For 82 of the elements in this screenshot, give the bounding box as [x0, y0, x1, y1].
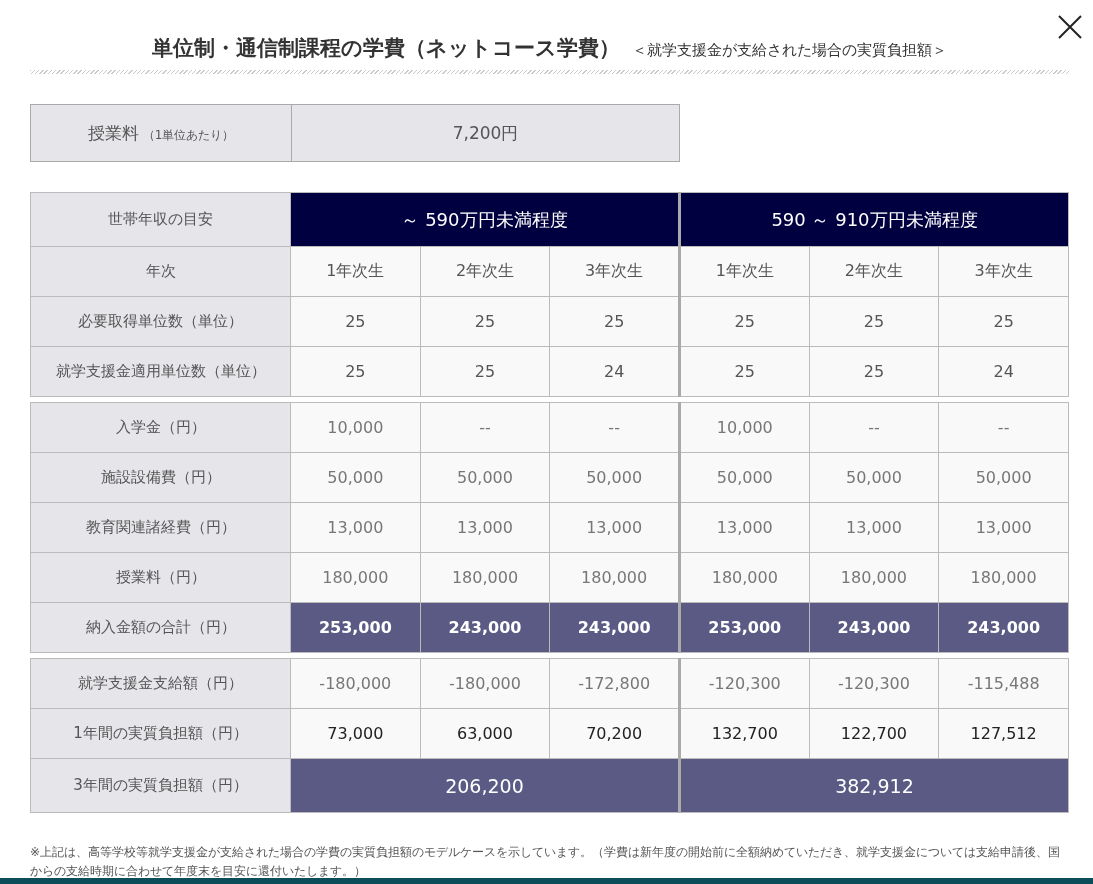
table-cell: 50,000: [420, 452, 550, 503]
table-cell: 382,912: [679, 758, 1069, 813]
close-icon[interactable]: [1058, 15, 1082, 39]
table-cell: 127,512: [938, 708, 1069, 759]
row-header: 授業料（円）: [30, 552, 291, 603]
table-cell: -172,800: [549, 658, 680, 709]
table-cell: --: [938, 402, 1069, 453]
dialog-subtitle: ＜就学支援金が支給された場合の実質負担額＞: [632, 41, 947, 60]
table-cell: --: [809, 402, 939, 453]
table-cell: 25: [809, 296, 939, 347]
table-cell: --: [549, 402, 680, 453]
row-header: 1年間の実質負担額（円）: [30, 708, 291, 759]
table-cell: 25: [290, 346, 421, 397]
table-cell: 3年次生: [549, 246, 680, 297]
table-cell: 25: [679, 346, 810, 397]
table-cell: 243,000: [420, 602, 550, 653]
table-cell: 50,000: [679, 452, 810, 503]
row-header: 就学支援金適用単位数（単位）: [30, 346, 291, 397]
table-cell: 180,000: [938, 552, 1069, 603]
table-cell: 2年次生: [809, 246, 939, 297]
table-cell: 50,000: [809, 452, 939, 503]
table-cell: 50,000: [549, 452, 680, 503]
column-header: ～ 590万円未満程度: [290, 192, 680, 247]
table-cell: 50,000: [938, 452, 1069, 503]
row-header: 納入金額の合計（円）: [30, 602, 291, 653]
table-cell: 253,000: [290, 602, 421, 653]
table-cell: 1年次生: [290, 246, 421, 297]
dialog-title: 単位制・通信制課程の学費（ネットコース学費）: [152, 35, 620, 62]
table-cell: 253,000: [679, 602, 810, 653]
table-cell: 1年次生: [679, 246, 810, 297]
row-header: 世帯年収の目安: [30, 192, 291, 247]
table-cell: 2年次生: [420, 246, 550, 297]
table-cell: -180,000: [290, 658, 421, 709]
table-cell: 180,000: [679, 552, 810, 603]
row-header: 年次: [30, 246, 291, 297]
table-cell: 132,700: [679, 708, 810, 759]
table-cell: 180,000: [420, 552, 550, 603]
row-header: 施設設備費（円）: [30, 452, 291, 503]
table-cell: -180,000: [420, 658, 550, 709]
table-cell: 70,200: [549, 708, 680, 759]
row-header: 必要取得単位数（単位）: [30, 296, 291, 347]
footnote: ※上記は、高等学校等就学支援金が支給された場合の学費の実質負担額のモデルケースを示しています。（学費は新年度の開始前に全額納めていただき、就学支援金については支給申請後、国からの支給時期に合わせて年度末を目安に還付いたします。）: [30, 844, 1062, 880]
row-header: 入学金（円）: [30, 402, 291, 453]
row-header: 就学支援金支給額（円）: [30, 658, 291, 709]
table-cell: 180,000: [549, 552, 680, 603]
table-cell: --: [420, 402, 550, 453]
table-cell: 13,000: [938, 502, 1069, 553]
table-cell: 13,000: [420, 502, 550, 553]
table-cell: 25: [679, 296, 810, 347]
table-cell: 206,200: [290, 758, 680, 813]
table-cell: -120,300: [679, 658, 810, 709]
table-cell: 7,200円: [291, 104, 680, 162]
table-cell: 73,000: [290, 708, 421, 759]
table-cell: -115,488: [938, 658, 1069, 709]
table-cell: 243,000: [938, 602, 1069, 653]
table-cell: 25: [290, 296, 421, 347]
table-cell: 122,700: [809, 708, 939, 759]
table-cell: 25: [938, 296, 1069, 347]
table-cell: 24: [938, 346, 1069, 397]
table-cell: 25: [420, 346, 550, 397]
table-cell: 13,000: [679, 502, 810, 553]
table-cell: 180,000: [809, 552, 939, 603]
table-cell: 243,000: [809, 602, 939, 653]
table-cell: 13,000: [549, 502, 680, 553]
table-cell: 25: [549, 296, 680, 347]
table-cell: 25: [809, 346, 939, 397]
table-cell: 25: [420, 296, 550, 347]
table-cell: 3年次生: [938, 246, 1069, 297]
table-cell: 授業料 （1単位あたり）: [30, 104, 292, 162]
table-cell: 180,000: [290, 552, 421, 603]
table-cell: 243,000: [549, 602, 680, 653]
row-header: 教育関連諸経費（円）: [30, 502, 291, 553]
column-header: 590 ～ 910万円未満程度: [679, 192, 1069, 247]
table-cell: 24: [549, 346, 680, 397]
table-cell: 13,000: [290, 502, 421, 553]
table-cell: 50,000: [290, 452, 421, 503]
table-cell: 63,000: [420, 708, 550, 759]
table-cell: -120,300: [809, 658, 939, 709]
table-cell: 13,000: [809, 502, 939, 553]
table-cell: 10,000: [290, 402, 421, 453]
row-header: 3年間の実質負担額（円）: [30, 758, 291, 813]
table-cell: 10,000: [679, 402, 810, 453]
